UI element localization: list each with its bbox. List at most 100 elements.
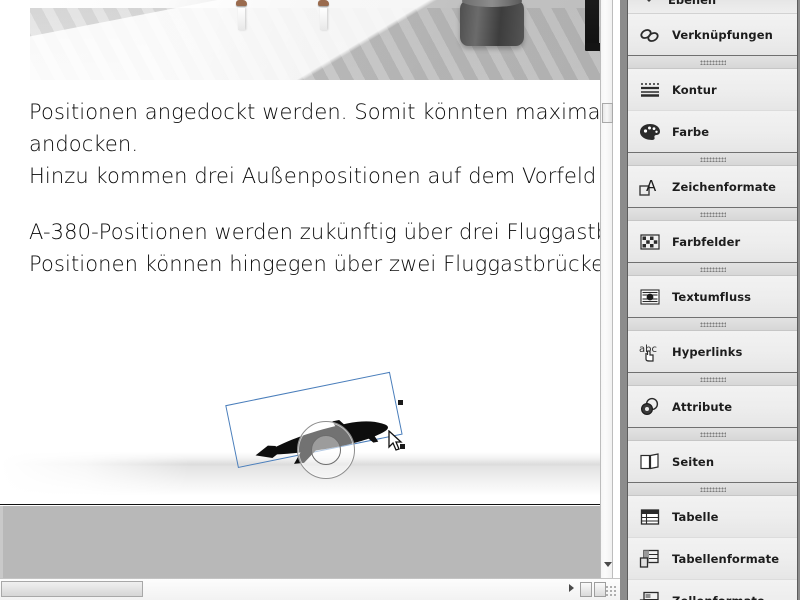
attributes-circles-icon xyxy=(638,396,662,418)
panel-item-label: Tabelle xyxy=(672,509,719,524)
panel-group-grip[interactable] xyxy=(628,263,797,276)
panel-item-label: Attribute xyxy=(672,399,733,414)
text-line: andocken. xyxy=(29,132,139,156)
panel-group-grip[interactable] xyxy=(628,373,797,386)
selection-handle[interactable] xyxy=(398,400,403,405)
panel-item-farbe[interactable]: Farbe xyxy=(628,111,797,152)
story-text-frame[interactable]: Positionen angedockt werden. Somit könnt… xyxy=(0,96,600,280)
panel-group-grip[interactable] xyxy=(628,153,797,166)
panel-group: A Zeichenformate xyxy=(628,153,797,208)
photo-person-leg xyxy=(585,0,600,51)
panel-item-tabellenformate[interactable]: Tabellenformate xyxy=(628,538,797,580)
panel-item-label: Verknüpfungen xyxy=(672,27,773,42)
panel-item-zeichenformate[interactable]: A Zeichenformate xyxy=(628,166,797,207)
photo-leg-left xyxy=(238,8,245,30)
panel-item-label: Farbfelder xyxy=(672,234,741,249)
chevron-down-icon xyxy=(603,561,612,567)
panel-item-attribute[interactable]: Attribute xyxy=(628,386,797,427)
panel-item-label: Kontur xyxy=(672,82,717,97)
panel-group: Textumfluss xyxy=(628,263,797,318)
panel-group: Tabelle Tabellenformate xyxy=(628,483,797,600)
mouse-cursor-icon xyxy=(388,430,403,451)
panel-group-grip[interactable] xyxy=(628,318,797,331)
vertical-scrollbar-thumb[interactable] xyxy=(602,103,613,123)
rotate-transform-indicator xyxy=(297,421,355,479)
grip-dots-icon xyxy=(699,211,726,217)
grip-dots-icon xyxy=(699,266,726,272)
photo-shoe-left xyxy=(236,0,247,6)
panel-item-verknuepfungen[interactable]: Verknüpfungen xyxy=(628,14,797,55)
color-palette-icon xyxy=(638,121,662,143)
pages-spread-icon xyxy=(638,451,662,473)
svg-text:A: A xyxy=(646,177,657,195)
chevron-right-icon xyxy=(569,584,574,592)
text-line: Hinzu kommen drei Außenpositionen auf de… xyxy=(29,164,600,188)
text-line: A-380-Positionen werden zukünftig über d… xyxy=(29,220,600,244)
panel-item-zellenformate[interactable]: Zellenformate xyxy=(628,580,797,600)
panel-item-label: Ebenen xyxy=(668,0,717,7)
panel-dock: Ebenen Verknüpfungen Kontur Farbe A Zeic… xyxy=(620,0,800,600)
text-line: Positionen können hingegen über zwei Flu… xyxy=(29,252,600,276)
panel-item-tabelle[interactable]: Tabelle xyxy=(628,496,797,538)
links-chain-icon xyxy=(638,24,662,46)
grip-dots-icon xyxy=(699,156,726,162)
panel-item-label: Seiten xyxy=(672,454,715,469)
document-window[interactable]: Positionen angedockt werden. Somit könnt… xyxy=(0,0,620,600)
panel-item-kontur[interactable]: Kontur xyxy=(628,69,797,111)
panel-group: Attribute xyxy=(628,373,797,428)
grip-dots-icon xyxy=(699,59,726,65)
panel-item-label: Farbe xyxy=(672,124,710,139)
vertical-scrollbar[interactable] xyxy=(600,0,613,578)
panel-dock-column: Ebenen Verknüpfungen Kontur Farbe A Zeic… xyxy=(627,0,798,600)
grip-dots-icon xyxy=(699,321,726,327)
panel-group: abc Hyperlinks xyxy=(628,318,797,373)
text-line: Positionen angedockt werden. Somit könnt… xyxy=(29,100,600,124)
swatches-grid-icon xyxy=(638,231,662,253)
panel-item-seiten[interactable]: Seiten xyxy=(628,441,797,482)
panel-item-label: Zeichenformate xyxy=(672,179,777,194)
panel-group: Verknüpfungen xyxy=(628,14,797,56)
scroll-page-button-1[interactable] xyxy=(580,582,592,597)
panel-group: Seiten xyxy=(628,428,797,483)
hyperlinks-abc-hand-icon: abc xyxy=(638,341,662,363)
panel-item-textumfluss[interactable]: Textumfluss xyxy=(628,276,797,317)
panel-group: Kontur Farbe xyxy=(628,56,797,153)
scroll-right-button[interactable] xyxy=(569,584,574,592)
scroll-down-button[interactable] xyxy=(602,558,613,570)
pasteboard-area[interactable] xyxy=(0,506,608,578)
photo-leg-right xyxy=(320,8,327,30)
panel-item-ebenen-partial[interactable]: Ebenen xyxy=(628,0,797,14)
panel-group: Farbfelder xyxy=(628,208,797,263)
panel-item-label: Textumfluss xyxy=(672,289,752,304)
runway-fade-overlay xyxy=(0,448,190,500)
panel-group-grip[interactable] xyxy=(628,483,797,496)
panel-item-hyperlinks[interactable]: abc Hyperlinks xyxy=(628,331,797,372)
character-styles-icon: A xyxy=(638,176,662,198)
page-canvas[interactable]: Positionen angedockt werden. Somit könnt… xyxy=(0,0,600,505)
panel-group-grip[interactable] xyxy=(628,428,797,441)
panel-item-label: Tabellenformate xyxy=(672,551,780,566)
horizontal-scrollbar[interactable] xyxy=(0,578,620,600)
panel-group-grip[interactable] xyxy=(628,208,797,221)
table-icon xyxy=(638,506,662,528)
rotate-handle-dot[interactable] xyxy=(400,444,405,449)
panel-group-grip[interactable] xyxy=(628,56,797,69)
panel-item-label: Hyperlinks xyxy=(672,344,743,359)
photo-trash-bin xyxy=(460,0,524,46)
stroke-lines-icon xyxy=(638,79,662,101)
grip-dots-icon xyxy=(699,376,726,382)
page-edge-rule xyxy=(0,504,600,505)
panel-item-farbfelder[interactable]: Farbfelder xyxy=(628,221,797,262)
photo-shoe-right xyxy=(318,0,329,6)
cell-styles-icon xyxy=(638,590,662,600)
grip-dots-icon xyxy=(699,486,726,492)
horizontal-scrollbar-thumb[interactable] xyxy=(1,581,143,597)
application-window: Positionen angedockt werden. Somit könnt… xyxy=(0,0,800,600)
window-resize-grip[interactable] xyxy=(604,584,618,598)
grip-dots-icon xyxy=(699,431,726,437)
triangle-collapse-icon xyxy=(640,0,658,2)
text-wrap-icon xyxy=(638,286,662,308)
table-styles-icon xyxy=(638,548,662,570)
panel-item-label: Zellenformate xyxy=(672,594,765,600)
terminal-photo-image[interactable] xyxy=(30,0,600,80)
